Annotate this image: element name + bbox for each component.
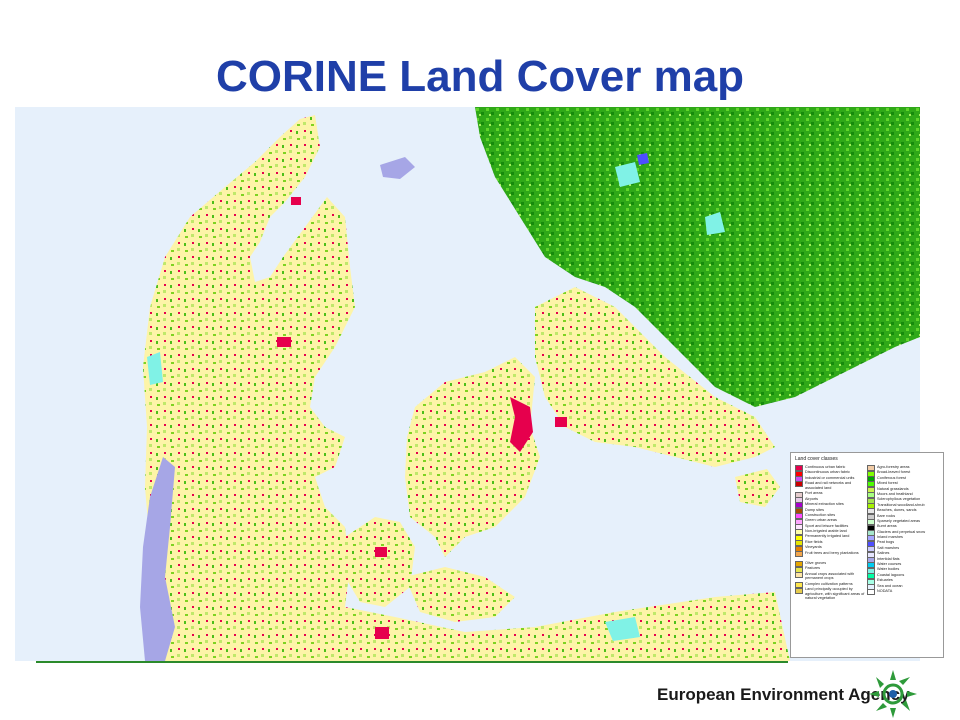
urban-aarhus — [277, 337, 291, 347]
legend-label: Land principally occupied by agriculture… — [805, 587, 865, 601]
urban-aalborg — [291, 197, 301, 205]
urban-kiel — [375, 627, 389, 639]
legend-label: Complex cultivation patterns — [805, 581, 853, 586]
legend-swatch — [795, 550, 803, 557]
legend-label: Discontinuous urban fabric — [805, 470, 850, 475]
legend-label: Industrial or commercial units — [805, 475, 855, 480]
legend-label: Non-irrigated arable land — [805, 529, 847, 534]
legend-label: Natural grasslands — [877, 486, 909, 491]
eea-logo-icon — [869, 670, 917, 718]
legend-label: Peat bogs — [877, 540, 895, 545]
legend-label: Fruit trees and berry plantations — [805, 550, 859, 555]
legend-label: Burnt areas — [877, 524, 897, 529]
legend-item: Annual crops associated with permanent c… — [795, 572, 867, 582]
legend-label: Permanently irrigated land — [805, 534, 850, 539]
legend-label: Water courses — [877, 562, 902, 567]
land-cover-map[interactable] — [15, 107, 920, 661]
legend-item: NODATA — [867, 588, 939, 596]
legend-label: Transitional woodland-shrub — [877, 502, 925, 507]
legend-label: Construction sites — [805, 512, 836, 517]
legend-swatch — [795, 571, 803, 578]
legend-label: Rice fields — [805, 539, 823, 544]
lake-3 — [637, 153, 649, 165]
legend-label: Salt marshes — [877, 545, 900, 550]
legend-label: Agro-forestry areas — [877, 465, 910, 469]
legend-label: Port areas — [805, 491, 823, 496]
legend-label: Pastures — [805, 566, 820, 571]
legend-label: Olive groves — [805, 560, 827, 565]
legend-label: Mineral extraction sites — [805, 502, 844, 507]
legend-label: Sparsely vegetated areas — [877, 518, 921, 523]
legend-swatch — [867, 589, 875, 596]
legend-label: Dump sites — [805, 507, 824, 512]
legend-label: Beaches, dunes, sands — [877, 508, 917, 513]
footer-divider — [36, 661, 788, 663]
urban-malmo — [555, 417, 567, 427]
legend-label: Intertidal flats — [877, 556, 900, 561]
legend-label: Coastal lagoons — [877, 572, 905, 577]
legend-swatch — [795, 587, 803, 594]
legend-label: Vineyards — [805, 545, 822, 550]
legend-label: Glaciers and perpetual snow — [877, 529, 926, 534]
legend-label: Sclerophyllous vegetation — [877, 497, 921, 502]
legend-item: Land principally occupied by agriculture… — [795, 587, 867, 602]
legend-label: Water bodies — [877, 567, 900, 572]
legend-label: NODATA — [877, 588, 893, 593]
legend-label: Coniferous forest — [877, 475, 906, 480]
legend-item: Road and rail networks and associated la… — [795, 481, 867, 491]
legend-label: Green urban areas — [805, 518, 837, 523]
legend-label: Bare rocks — [877, 513, 896, 518]
legend-label: Salines — [877, 551, 890, 556]
legend-label: Road and rail networks and associated la… — [805, 481, 852, 490]
legend-title: Land cover classes — [795, 456, 838, 462]
urban-odense — [375, 547, 387, 557]
legend-label: Sea and ocean — [877, 583, 903, 588]
page-title: CORINE Land Cover map — [215, 52, 745, 101]
legend-label: Sport and leisure facilities — [805, 523, 849, 528]
legend-label: Moors and heathland — [877, 491, 913, 496]
legend-label: Mixed forest — [877, 481, 898, 486]
legend-item: Fruit trees and berry plantations — [795, 551, 867, 561]
legend-label: Broad-leaved forest — [877, 470, 911, 475]
legend-label: Estuaries — [877, 578, 893, 583]
legend-label: Airports — [805, 496, 819, 501]
legend-label: Inland marshes — [877, 535, 903, 540]
legend-column-left: Continuous urban fabric Discontinuous urb… — [795, 465, 867, 602]
legend-label: Continuous urban fabric — [805, 465, 846, 469]
legend-column-right: Agro-forestry areas Broad-leaved forest Co… — [867, 465, 939, 602]
legend-label: Annual crops associated with permanent c… — [805, 571, 855, 581]
map-legend: Land cover classes Continuous urban fabr… — [790, 452, 944, 658]
legend-swatch — [795, 481, 803, 488]
